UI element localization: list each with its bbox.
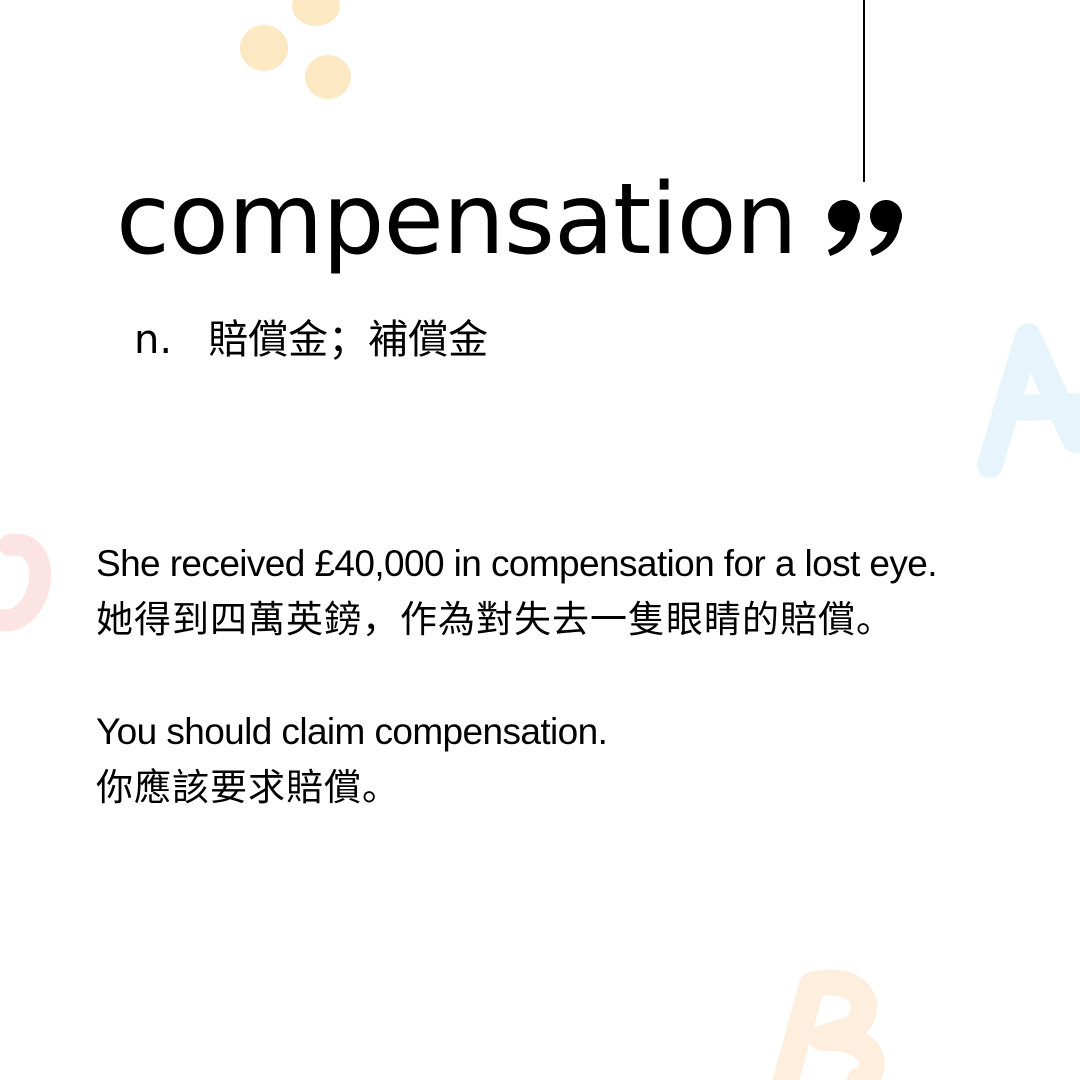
example-1-en: She received £40,000 in compensation for… [96, 543, 938, 584]
example-2-zh: 你應該要求賠償。 [96, 766, 400, 809]
example-1-zh: 她得到四萬英鎊，作為對失去一隻眼睛的賠償。 [96, 598, 894, 641]
part-of-speech: n. [134, 317, 173, 363]
dot-cluster [240, 0, 351, 99]
quote-mark-icon [828, 200, 902, 256]
examples: She received £40,000 in compensation for… [96, 536, 1026, 816]
letter-a [977, 323, 1080, 478]
headword: compensation [116, 163, 798, 277]
vertical-line [863, 0, 865, 182]
letter-c [0, 533, 52, 632]
definition-line: n. 賠償金；補償金 [134, 314, 488, 366]
example-2-en: You should claim compensation. [96, 711, 608, 752]
definition-zh: 賠償金；補償金 [208, 317, 489, 363]
letter-b [773, 969, 885, 1080]
